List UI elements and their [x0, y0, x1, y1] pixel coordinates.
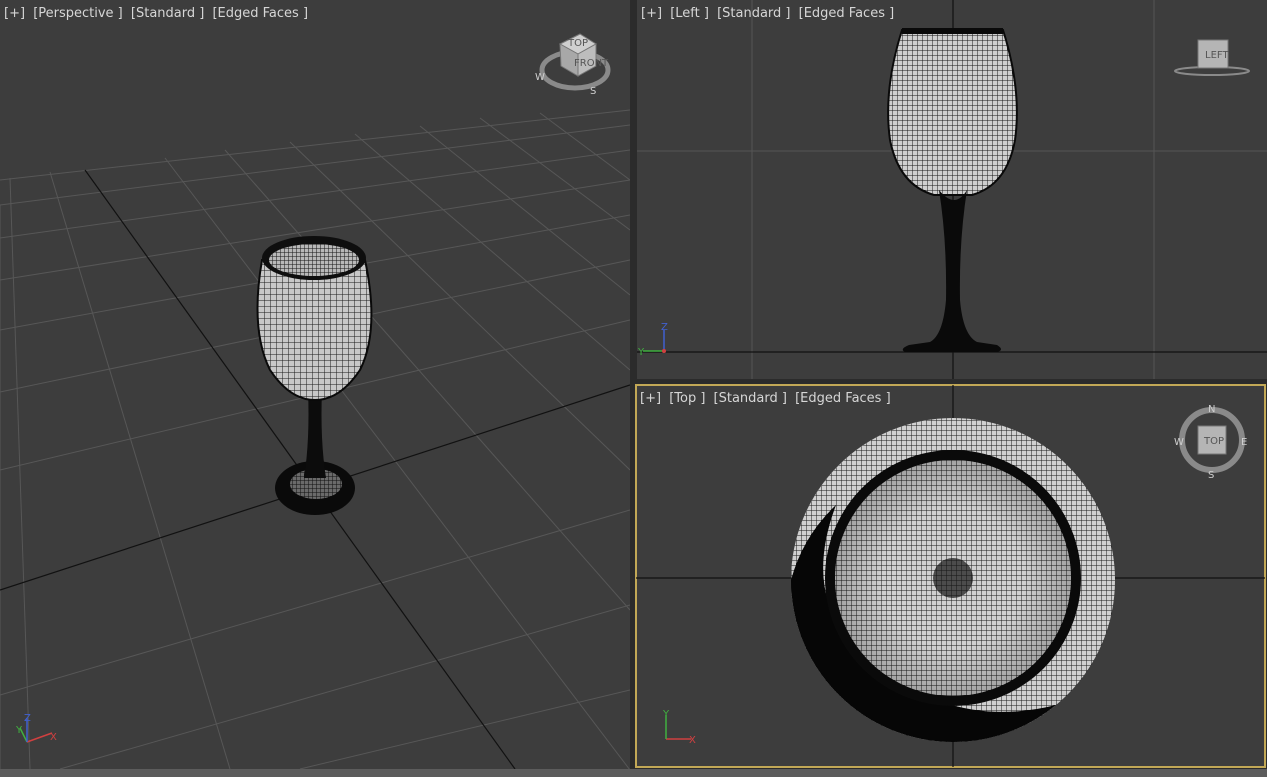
viewport-shading-menu[interactable]: [Standard ] [717, 6, 790, 21]
viewport-view-menu[interactable]: [Perspective ] [33, 6, 123, 21]
viewport-label-left: [+] [Left ] [Standard ] [Edged Faces ] [641, 6, 898, 21]
viewport-menu-plus[interactable]: [+] [640, 391, 661, 406]
compass-n-label: N [1208, 404, 1215, 415]
viewcube-top[interactable]: TOP N E S W [1174, 404, 1247, 481]
compass-w-label: W [1174, 437, 1184, 448]
viewport-view-menu[interactable]: [Left ] [670, 6, 709, 21]
wine-glass-top [791, 418, 1115, 742]
axis-y-label-top: Y [662, 709, 670, 720]
axis-x-label: X [50, 732, 57, 743]
compass-s-label: S [590, 86, 596, 97]
viewport-edges-menu[interactable]: [Edged Faces ] [212, 6, 308, 21]
compass-e-label: E [1241, 437, 1247, 448]
perspective-scene: TOP FRONT W S X Y Z [0, 33, 630, 769]
viewport-edges-menu[interactable]: [Edged Faces ] [799, 6, 895, 21]
compass-w-label: W [535, 72, 545, 83]
top-scene: TOP N E S W X Y [636, 385, 1265, 767]
viewcube-left-label: LEFT [1205, 50, 1229, 61]
left-scene: LEFT Z Y [637, 0, 1267, 379]
viewcube-left[interactable]: LEFT [1174, 39, 1250, 76]
axis-x-label-top: X [689, 735, 696, 746]
viewcube-top-label: TOP [567, 38, 588, 49]
viewport-label-perspective: [+] [Perspective ] [Standard ] [Edged Fa… [4, 6, 312, 21]
axis-tripod-perspective: X Y Z [15, 713, 57, 743]
viewport-perspective[interactable]: TOP FRONT W S X Y Z [+] [Perspective ] [… [0, 0, 630, 769]
axis-tripod-top: X Y [662, 709, 696, 746]
wine-glass-left [887, 28, 1018, 352]
viewport-label-top: [+] [Top ] [Standard ] [Edged Faces ] [640, 391, 895, 406]
viewcube-top-label: TOP [1203, 436, 1224, 447]
viewport-view-menu[interactable]: [Top ] [669, 391, 705, 406]
viewport-shading-menu[interactable]: [Standard ] [714, 391, 787, 406]
viewport-menu-plus[interactable]: [+] [4, 6, 25, 21]
viewport-top[interactable]: TOP N E S W X Y [+] [Top ] [Standard ] [… [635, 384, 1266, 768]
bottom-status-strip [0, 769, 1267, 777]
viewcube-front-label: FRONT [574, 58, 609, 69]
wine-glass-perspective [256, 236, 373, 515]
axis-z-label: Z [24, 713, 31, 724]
axis-y-label-left: Y [637, 347, 645, 358]
viewport-left[interactable]: LEFT Z Y [+] [Left ] [Standard ] [Edged … [637, 0, 1267, 379]
viewcube-perspective[interactable]: TOP FRONT W S [535, 33, 611, 97]
viewport-menu-plus[interactable]: [+] [641, 6, 662, 21]
compass-s-label: S [1208, 470, 1214, 481]
viewport-shading-menu[interactable]: [Standard ] [131, 6, 204, 21]
axis-z-label-left: Z [661, 322, 668, 333]
axis-y-label: Y [15, 725, 23, 736]
viewport-edges-menu[interactable]: [Edged Faces ] [795, 391, 891, 406]
